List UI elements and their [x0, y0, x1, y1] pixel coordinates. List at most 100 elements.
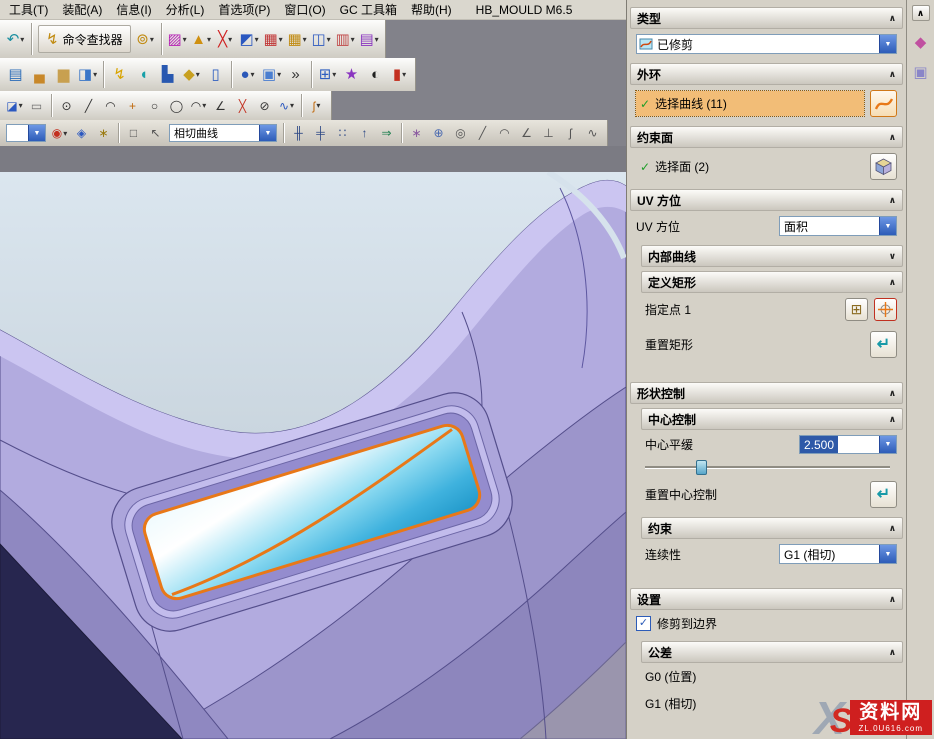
violet-sheet-icon[interactable]: ▤▾ — [358, 28, 381, 51]
dropdown-arrow-icon[interactable]: ▼ — [879, 35, 896, 53]
section-header-constraint-faces[interactable]: 约束面 ∧ — [630, 126, 903, 148]
section-header-tolerance[interactable]: 公差 ∧ — [641, 641, 903, 663]
star-snap-icon[interactable]: ∗ — [406, 123, 427, 143]
sketch-icon[interactable]: ▨▾ — [166, 28, 189, 51]
trim-to-boundary-checkbox[interactable]: ✓ — [636, 616, 651, 631]
red-grid-icon[interactable]: ▦▾ — [262, 28, 285, 51]
dropdown-indicator-icon[interactable]: ▾ — [327, 35, 331, 44]
integral-icon[interactable]: ʃ — [560, 123, 581, 143]
dropdown-indicator-icon[interactable]: ▾ — [63, 129, 67, 138]
circle-point-icon[interactable]: ⊙ — [56, 96, 77, 116]
plus-circle-icon[interactable]: ⊕ — [428, 123, 449, 143]
select-face-row[interactable]: ✓ 选择面 (2) — [636, 154, 864, 179]
section-header-inner-curves[interactable]: 内部曲线 ∨ — [641, 245, 903, 267]
curve-select-button[interactable] — [870, 90, 897, 117]
curve-rule-combo[interactable]: 相切曲线▼ — [169, 124, 277, 142]
window-grid-icon[interactable]: ⊞▾ — [316, 63, 339, 86]
dropdown-indicator-icon[interactable]: ▾ — [228, 35, 232, 44]
spin-down-icon[interactable]: ▼ — [879, 436, 896, 453]
point-icon[interactable]: + — [122, 96, 143, 116]
menu-item-8[interactable]: 帮助(H) — [404, 0, 459, 19]
reset-rectangle-button[interactable]: ↵ — [870, 331, 897, 358]
section-header-define-rectangle[interactable]: 定义矩形 ∧ — [641, 271, 903, 293]
square-outline-icon[interactable]: □ — [123, 123, 144, 143]
palette-icon[interactable]: ▣ — [910, 61, 932, 83]
gem-icon[interactable]: ◆ — [910, 31, 932, 53]
section-header-type[interactable]: 类型 ∧ — [630, 7, 903, 29]
menu-item-1[interactable]: 工具(T) — [2, 0, 55, 19]
point-dialog-button[interactable]: ⊞ — [845, 298, 868, 321]
dropdown-indicator-icon[interactable]: ▾ — [251, 70, 255, 79]
fillet-icon[interactable]: ◠▾ — [188, 96, 209, 116]
column-cross-icon[interactable]: ╪ — [310, 123, 331, 143]
dock-collapse-button[interactable]: ∧ — [912, 5, 930, 21]
red-cylinder-icon[interactable]: ▮▾ — [388, 63, 411, 86]
slider-handle[interactable] — [696, 460, 707, 475]
gold-grid-icon[interactable]: ▦▾ — [286, 28, 309, 51]
card-icon[interactable]: ▯ — [204, 63, 227, 86]
dropdown-indicator-icon[interactable]: ▾ — [316, 101, 320, 110]
select-curve-row[interactable]: ✓ 选择曲线 (11) — [636, 91, 864, 116]
block-icon[interactable]: ◩▾ — [238, 28, 261, 51]
continuity-combo[interactable]: G1 (相切) ▼ — [779, 544, 897, 564]
dropdown-indicator-icon[interactable]: ▾ — [332, 70, 336, 79]
perpendicular-icon[interactable]: ⊥ — [538, 123, 559, 143]
stack-icon[interactable]: ▆ — [52, 63, 75, 86]
section-header-settings[interactable]: 设置 ∧ — [630, 588, 903, 610]
dropdown-indicator-icon[interactable]: ▾ — [255, 35, 259, 44]
section-header-shape-control[interactable]: 形状控制 ∧ — [630, 382, 903, 404]
arrow-right-icon[interactable]: ⇒ — [376, 123, 397, 143]
star-icon[interactable]: ★ — [340, 63, 363, 86]
up-level-icon[interactable]: ↑ — [354, 123, 375, 143]
dropdown-indicator-icon[interactable]: ▾ — [19, 101, 23, 110]
half-block-icon[interactable]: ◨▾ — [76, 63, 99, 86]
dropdown-indicator-icon[interactable]: ▾ — [93, 70, 97, 79]
gold-diamond-icon[interactable]: ◆▾ — [180, 63, 203, 86]
viewport-3d[interactable] — [0, 172, 626, 739]
dropdown-indicator-icon[interactable]: ▾ — [303, 35, 307, 44]
dropdown-indicator-icon[interactable]: ▾ — [20, 35, 24, 44]
sine-icon[interactable]: ∿ — [582, 123, 603, 143]
menu-item-2[interactable]: 装配(A) — [55, 0, 109, 19]
undo-icon[interactable]: ↶▾ — [4, 28, 27, 51]
dropdown-indicator-icon[interactable]: ▾ — [202, 101, 206, 110]
corner-block-icon[interactable]: ▙ — [156, 63, 179, 86]
menu-item-5[interactable]: 首选项(P) — [211, 0, 277, 19]
command-finder-button[interactable]: ↯命令查找器 — [38, 25, 131, 53]
half-circle-icon[interactable]: ◖ — [132, 63, 155, 86]
dropdown-arrow-icon[interactable]: ▼ — [879, 217, 896, 235]
menu-item-9[interactable]: HB_MOULD M6.5 — [469, 2, 580, 18]
dropdown-arrow-icon[interactable]: ▼ — [259, 125, 276, 141]
diamond-snap-icon[interactable]: ◈ — [71, 123, 92, 143]
sphere-icon[interactable]: ●▾ — [236, 63, 259, 86]
book-icon[interactable]: ▤ — [4, 63, 27, 86]
dropdown-indicator-icon[interactable]: ▾ — [196, 70, 200, 79]
menu-item-6[interactable]: 窗口(O) — [277, 0, 332, 19]
menu-item-7[interactable]: GC 工具箱 — [333, 0, 404, 19]
dropdown-indicator-icon[interactable]: ▾ — [277, 70, 281, 79]
section-header-constraints[interactable]: 约束 ∧ — [641, 517, 903, 539]
studio-spline-icon[interactable]: ʃ▾ — [306, 96, 327, 116]
circle-icon[interactable]: ○ — [144, 96, 165, 116]
point-constructor-button[interactable] — [874, 298, 897, 321]
reset-center-control-button[interactable]: ↵ — [870, 481, 897, 508]
lightning-icon[interactable]: ↯ — [108, 63, 131, 86]
dropdown-indicator-icon[interactable]: ▾ — [207, 35, 211, 44]
snap-point-icon[interactable]: ◉▾ — [49, 123, 70, 143]
dropdown-arrow-icon[interactable]: ▼ — [28, 125, 45, 141]
line-icon[interactable]: ╱ — [78, 96, 99, 116]
snap-square-icon[interactable]: ◪▾ — [4, 96, 25, 116]
dropdown-indicator-icon[interactable]: ▾ — [290, 101, 294, 110]
angle2-icon[interactable]: ∠ — [516, 123, 537, 143]
center-smooth-input[interactable]: 2.500 ▼ — [799, 435, 897, 454]
cylinder-icon[interactable]: ▄ — [28, 63, 51, 86]
panel-icon[interactable]: ◫▾ — [310, 28, 333, 51]
dropdown-arrow-icon[interactable]: ▼ — [879, 545, 896, 563]
dropdown-indicator-icon[interactable]: ▾ — [150, 35, 154, 44]
flat-rect-icon[interactable]: ▭ — [26, 96, 47, 116]
arrow-corner-icon[interactable]: ↖ — [145, 123, 166, 143]
dotted-circle-icon[interactable]: ◎ — [450, 123, 471, 143]
cone-icon[interactable]: ▲▾ — [190, 28, 213, 51]
angle-icon[interactable]: ∠ — [210, 96, 231, 116]
section-header-outer-loop[interactable]: 外环 ∧ — [630, 63, 903, 85]
